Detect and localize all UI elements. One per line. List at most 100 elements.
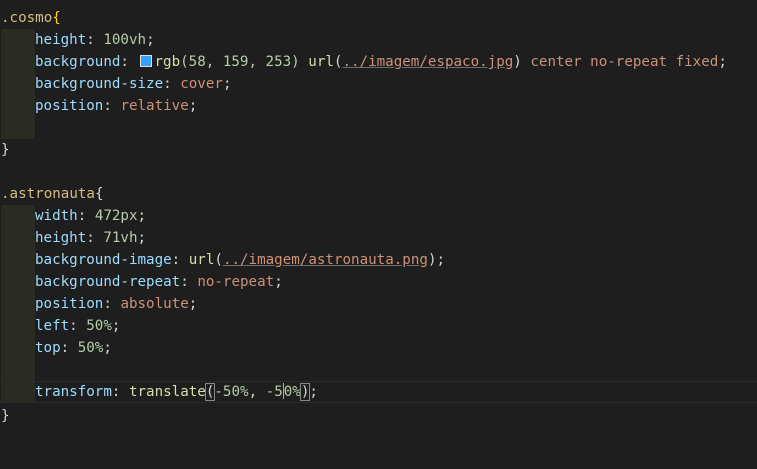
colon: :	[86, 32, 95, 48]
css-arg: 0%	[283, 384, 301, 400]
semicolon: ;	[103, 340, 112, 356]
code-line[interactable]: width: 472px;	[0, 205, 757, 227]
code-line[interactable]: position: relative;	[0, 95, 757, 117]
css-function: translate	[128, 384, 206, 400]
code-line[interactable]: height: 100vh;	[0, 29, 757, 51]
indent-guide	[1, 51, 35, 73]
close-brace: }	[1, 408, 10, 424]
code-editor[interactable]: .cosmo{ height: 100vh; background: rgb(5…	[0, 0, 757, 469]
colon: :	[69, 318, 78, 334]
semicolon: ;	[137, 230, 147, 246]
semicolon: ;	[222, 76, 232, 92]
css-function: rgb	[154, 54, 181, 70]
semicolon: ;	[146, 32, 155, 48]
url-link[interactable]: ../imagem/astronauta.png	[223, 252, 428, 268]
colon: :	[120, 54, 129, 70]
css-value: 100vh	[103, 32, 147, 48]
code-line[interactable]: .cosmo{	[0, 7, 757, 29]
indent-guide	[1, 382, 35, 402]
code-line[interactable]: }	[0, 405, 757, 427]
url-link[interactable]: ../imagem/espaco.jpg	[342, 54, 513, 70]
colon: :	[180, 274, 189, 290]
css-value: no-repeat	[197, 274, 275, 290]
colon: :	[60, 340, 70, 356]
code-line[interactable]: background: rgb(58, 159, 253) url(../ima…	[0, 51, 757, 73]
indent-guide	[1, 271, 35, 293]
css-value: relative	[120, 98, 189, 114]
css-arg: -50%	[214, 384, 249, 400]
indent-guide	[1, 337, 35, 359]
code-line[interactable]: height: 71vh;	[0, 227, 757, 249]
indent-guide	[1, 73, 35, 95]
indent-guide	[1, 293, 35, 315]
css-property: left	[35, 318, 70, 334]
code-line[interactable]	[0, 161, 757, 183]
paren: (	[214, 252, 223, 268]
open-brace: {	[52, 10, 61, 26]
indent-guide	[1, 117, 35, 139]
paren: )	[513, 54, 522, 70]
css-value: absolute	[120, 296, 189, 312]
css-property: position	[35, 296, 104, 312]
indent-guide	[1, 227, 35, 249]
colon: :	[86, 230, 95, 246]
css-value: 71vh	[103, 230, 138, 246]
colon: :	[111, 384, 121, 400]
indent-guide	[1, 359, 35, 381]
colon: :	[163, 76, 172, 92]
semicolon: ;	[309, 384, 318, 400]
colon: :	[103, 296, 112, 312]
code-line[interactable]	[0, 117, 757, 139]
colon: :	[77, 208, 87, 224]
indent-guide	[1, 315, 35, 337]
css-selector: .astronauta	[1, 186, 95, 202]
css-value: cover	[180, 76, 223, 92]
colon: :	[103, 98, 112, 114]
css-property: height	[35, 230, 87, 246]
code-line[interactable]: left: 50%;	[0, 315, 757, 337]
css-property: background-image	[35, 252, 172, 268]
indent-guide	[1, 95, 35, 117]
current-code-line[interactable]: transform: translate(-50%, -50%);	[0, 381, 757, 403]
css-value: 50%	[77, 340, 104, 356]
code-line[interactable]: background-size: cover;	[0, 73, 757, 95]
semicolon: ;	[274, 274, 283, 290]
code-line[interactable]: }	[0, 139, 757, 161]
css-property: height	[35, 32, 87, 48]
code-line[interactable]: .astronauta{	[0, 183, 757, 205]
colon: :	[171, 252, 181, 268]
code-line[interactable]	[0, 359, 757, 381]
css-property: width	[35, 208, 78, 224]
indent-guide	[1, 205, 35, 227]
semicolon: ;	[188, 296, 198, 312]
css-property: transform	[35, 384, 112, 400]
css-value: 472px	[94, 208, 138, 224]
css-arg: -5	[265, 384, 283, 400]
css-property: top	[35, 340, 61, 356]
css-property: background	[35, 54, 121, 70]
comma: ,	[248, 384, 266, 400]
semicolon: ;	[111, 318, 121, 334]
css-function: url	[188, 252, 215, 268]
css-function: url	[308, 54, 334, 70]
semicolon: ;	[718, 54, 727, 70]
css-value: 50%	[86, 318, 112, 334]
css-property: background-repeat	[35, 274, 181, 290]
color-swatch-icon[interactable]	[139, 55, 152, 67]
code-line[interactable]: background-repeat: no-repeat;	[0, 271, 757, 293]
css-property: position	[35, 98, 104, 114]
semicolon: ;	[188, 98, 198, 114]
semicolon: ;	[137, 208, 147, 224]
semicolon: ;	[436, 252, 446, 268]
css-property: background-size	[35, 76, 164, 92]
indent-guide	[1, 249, 35, 271]
code-line[interactable]: background-image: url(../imagem/astronau…	[0, 249, 757, 271]
close-brace: }	[1, 142, 10, 158]
indent-guide	[1, 29, 35, 51]
code-line[interactable]: top: 50%;	[0, 337, 757, 359]
code-line[interactable]: position: absolute;	[0, 293, 757, 315]
css-value: center no-repeat fixed	[530, 54, 719, 70]
css-selector: .cosmo	[1, 10, 53, 26]
open-brace: {	[94, 186, 104, 202]
css-args: (58, 159, 253)	[180, 54, 300, 70]
